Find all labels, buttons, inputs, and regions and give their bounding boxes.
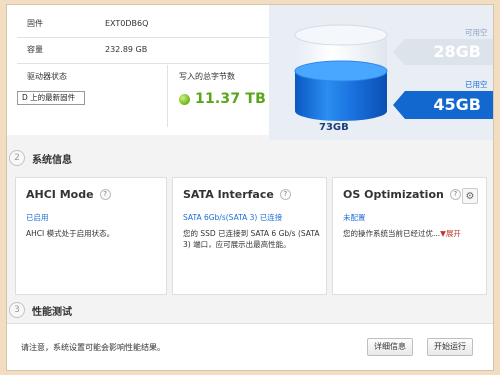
free-space-badge: 28GB (393, 39, 493, 65)
performance-header: 3 性能测试 (7, 299, 72, 321)
ahci-description: AHCI 模式处于启用状态。 (26, 229, 115, 238)
sata-description: 您的 SSD 已连接到 SATA 6 Gb/s (SATA 3) 端口，应可展示… (183, 229, 320, 249)
sata-status: SATA 6Gb/s(SATA 3) 已连接 (183, 213, 283, 222)
total-bytes-written: 11.37 TB (179, 90, 266, 108)
section-title: 性能测试 (32, 306, 72, 318)
divider-vertical (167, 65, 168, 127)
card-title: SATA Interface ? (183, 188, 291, 201)
app-window: 固件 EXT0DB6Q 容量 232.89 GB 驱动器状态 D 上的最新固件 … (6, 4, 494, 371)
os-description-text: 您的操作系统当前已经过优... (343, 229, 441, 238)
section-number-badge: 2 (9, 150, 25, 166)
os-status: 未配置 (343, 213, 366, 222)
settings-gear-button[interactable]: ⚙ (462, 188, 478, 204)
expand-link[interactable]: ▼展开 (440, 229, 461, 238)
os-description: 您的操作系统当前已经过优...▼展开 (343, 228, 481, 239)
section-number-badge: 3 (9, 302, 25, 318)
help-icon[interactable]: ? (449, 189, 461, 200)
performance-note: 请注意，系统设置可能会影响性能结果。 (21, 343, 165, 352)
total-bytes-written-label: 写入的总字节数 (179, 72, 235, 81)
capacity-label: 容量 (27, 45, 43, 54)
section-title: 系统信息 (32, 154, 72, 166)
ahci-status: 已启用 (26, 213, 49, 222)
sata-title: SATA Interface (183, 188, 274, 201)
firmware-value: EXT0DB6Q (105, 19, 149, 28)
ahci-mode-card: AHCI Mode ? 已启用 AHCI 模式处于启用状态。 (15, 177, 167, 295)
capacity-panel (269, 5, 493, 140)
performance-panel: 请注意，系统设置可能会影响性能结果。 详细信息 开始运行 (7, 323, 493, 370)
ahci-title: AHCI Mode (26, 188, 94, 201)
divider (17, 37, 269, 38)
drive-status-label: 驱动器状态 (27, 72, 67, 81)
used-space-badge: 45GB (393, 91, 493, 119)
health-status-icon (179, 93, 190, 105)
gear-icon: ⚙ (465, 190, 475, 202)
help-icon[interactable]: ? (279, 189, 291, 200)
sata-interface-card: SATA Interface ? SATA 6Gb/s(SATA 3) 已连接 … (172, 177, 327, 295)
details-button[interactable]: 详细信息 (367, 338, 413, 356)
run-button[interactable]: 开始运行 (427, 338, 473, 356)
system-info-header: 2 系统信息 (7, 147, 72, 169)
divider (17, 63, 269, 64)
total-capacity-label: 73GB (319, 122, 349, 133)
capacity-cylinder-icon (294, 24, 388, 121)
firmware-label: 固件 (27, 19, 43, 28)
used-space-value: 45GB (433, 95, 481, 114)
os-title: OS Optimization (343, 188, 444, 201)
os-optimization-card: OS Optimization ? ⚙ 未配置 您的操作系统当前已经过优...▼… (332, 177, 487, 295)
latest-firmware-button[interactable]: D 上的最新固件 (17, 91, 85, 105)
drive-info-panel: 固件 EXT0DB6Q 容量 232.89 GB 驱动器状态 D 上的最新固件 … (7, 5, 269, 135)
card-title: AHCI Mode ? (26, 188, 111, 201)
capacity-value: 232.89 GB (105, 45, 148, 54)
free-space-value: 28GB (433, 42, 481, 61)
card-title: OS Optimization ? (343, 188, 461, 201)
help-icon[interactable]: ? (99, 189, 111, 200)
total-bytes-written-value: 11.37 TB (195, 91, 266, 107)
